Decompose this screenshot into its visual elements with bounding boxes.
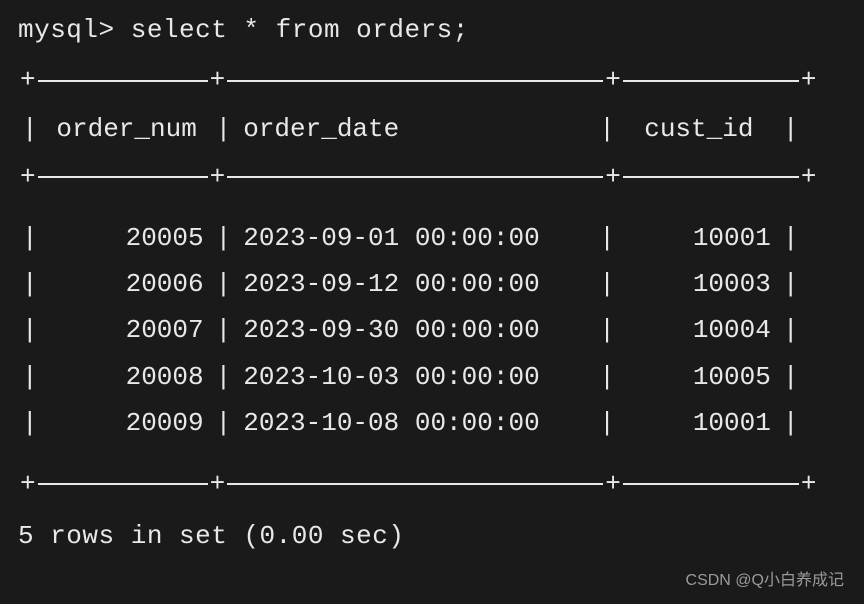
cell-order-date: 2023-09-30 00:00:00 (235, 312, 595, 348)
table-row: | 20007 | 2023-09-30 00:00:00 | 10004 | (18, 312, 846, 348)
table-border-top: + + + + (18, 62, 846, 98)
cell-order-date: 2023-10-03 00:00:00 (235, 359, 595, 395)
table-border-mid: + + + + (18, 159, 846, 195)
cell-cust-id: 10001 (619, 405, 779, 441)
table-row: | 20005 | 2023-09-01 00:00:00 | 10001 | (18, 220, 846, 256)
cell-cust-id: 10005 (619, 359, 779, 395)
cell-cust-id: 10001 (619, 220, 779, 256)
col-header-cust-id: cust_id (619, 111, 779, 147)
sql-prompt-line: mysql> select * from orders; (18, 12, 846, 48)
cell-order-date: 2023-09-01 00:00:00 (235, 220, 595, 256)
col-header-order-num: order_num (42, 111, 212, 147)
table-row: | 20009 | 2023-10-08 00:00:00 | 10001 | (18, 405, 846, 441)
table-border-bottom: + + + + (18, 466, 846, 502)
result-summary: 5 rows in set (0.00 sec) (18, 518, 846, 554)
cell-cust-id: 10004 (619, 312, 779, 348)
cell-order-num: 20008 (42, 359, 212, 395)
cell-order-date: 2023-09-12 00:00:00 (235, 266, 595, 302)
cell-order-num: 20007 (42, 312, 212, 348)
cell-cust-id: 10003 (619, 266, 779, 302)
col-header-order-date: order_date (235, 111, 595, 147)
table-body: | 20005 | 2023-09-01 00:00:00 | 10001 | … (18, 196, 846, 466)
table-row: | 20006 | 2023-09-12 00:00:00 | 10003 | (18, 266, 846, 302)
cell-order-date: 2023-10-08 00:00:00 (235, 405, 595, 441)
cell-order-num: 20006 (42, 266, 212, 302)
table-header: | order_num | order_date | cust_id | (18, 99, 846, 159)
watermark: CSDN @Q小白养成记 (686, 570, 844, 592)
cell-order-num: 20009 (42, 405, 212, 441)
table-row: | 20008 | 2023-10-03 00:00:00 | 10005 | (18, 359, 846, 395)
cell-order-num: 20005 (42, 220, 212, 256)
